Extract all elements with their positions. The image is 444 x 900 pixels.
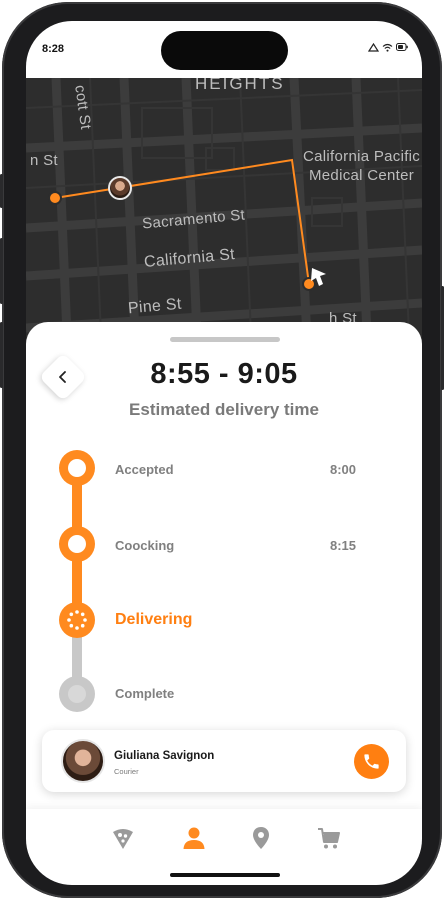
silent-switch: [0, 174, 3, 208]
tab-cart[interactable]: [316, 825, 342, 851]
eta-caption: Estimated delivery time: [129, 400, 319, 419]
step-time: 8:15: [329, 538, 356, 553]
phone-icon: [364, 754, 379, 769]
status-icons: [368, 42, 408, 52]
tab-menu[interactable]: [110, 825, 136, 851]
sheet-grabber[interactable]: [170, 337, 280, 342]
battery-icon: [396, 43, 408, 51]
courier-card[interactable]: Giuliana Savignon Courier: [42, 730, 406, 792]
pizza-icon: [113, 829, 133, 849]
step-label: Accepted: [115, 462, 174, 477]
bottom-tab-bar: [26, 809, 422, 885]
destination-marker: [302, 277, 316, 291]
location-pin-icon: [253, 827, 269, 849]
signal-icon: [368, 42, 379, 52]
street-label: California Pacific: [303, 148, 421, 165]
courier-role: Courier: [114, 767, 139, 776]
avatar: [61, 739, 105, 783]
dynamic-island: [161, 31, 288, 70]
eta-time: 8:55 - 9:05: [150, 358, 298, 390]
step-delivering-dot: [59, 602, 95, 638]
street-label: HEIGHTS: [195, 78, 285, 93]
street-label: n St: [30, 152, 58, 169]
restaurant-marker: [48, 191, 62, 205]
order-tracking-sheet: 8:55 - 9:05 Estimated delivery time Acce…: [26, 322, 422, 827]
wifi-icon: [382, 43, 393, 52]
courier-location-avatar[interactable]: [108, 176, 132, 200]
courier-name: Giuliana Savignon: [114, 750, 215, 762]
street-label: Medical Center: [309, 167, 415, 184]
phone-frame: 8:28 HEIGHTS cott St n St California Pac…: [0, 2, 444, 898]
status-bar: 8:28: [26, 21, 422, 78]
loading-spinner-icon: [67, 610, 87, 630]
screen: 8:28 HEIGHTS cott St n St California Pac…: [26, 21, 422, 885]
step-time: 8:00: [329, 462, 356, 477]
volume-up-button: [0, 238, 3, 304]
step-cooking-dot: [59, 526, 95, 562]
tab-profile[interactable]: [181, 825, 207, 851]
call-courier-button[interactable]: [354, 744, 389, 779]
cart-icon: [318, 828, 340, 849]
step-accepted-dot: [59, 450, 95, 486]
delivery-map[interactable]: HEIGHTS cott St n St California Pacific …: [26, 78, 422, 358]
step-label: Coocking: [115, 538, 175, 553]
tab-location[interactable]: [248, 825, 274, 851]
volume-down-button: [0, 322, 3, 388]
step-complete-dot: [59, 676, 95, 712]
step-label: Complete: [115, 686, 175, 701]
status-time: 8:28: [42, 43, 65, 55]
step-label-active: Delivering: [115, 611, 193, 628]
user-icon: [183, 827, 205, 849]
home-indicator[interactable]: [170, 873, 280, 877]
